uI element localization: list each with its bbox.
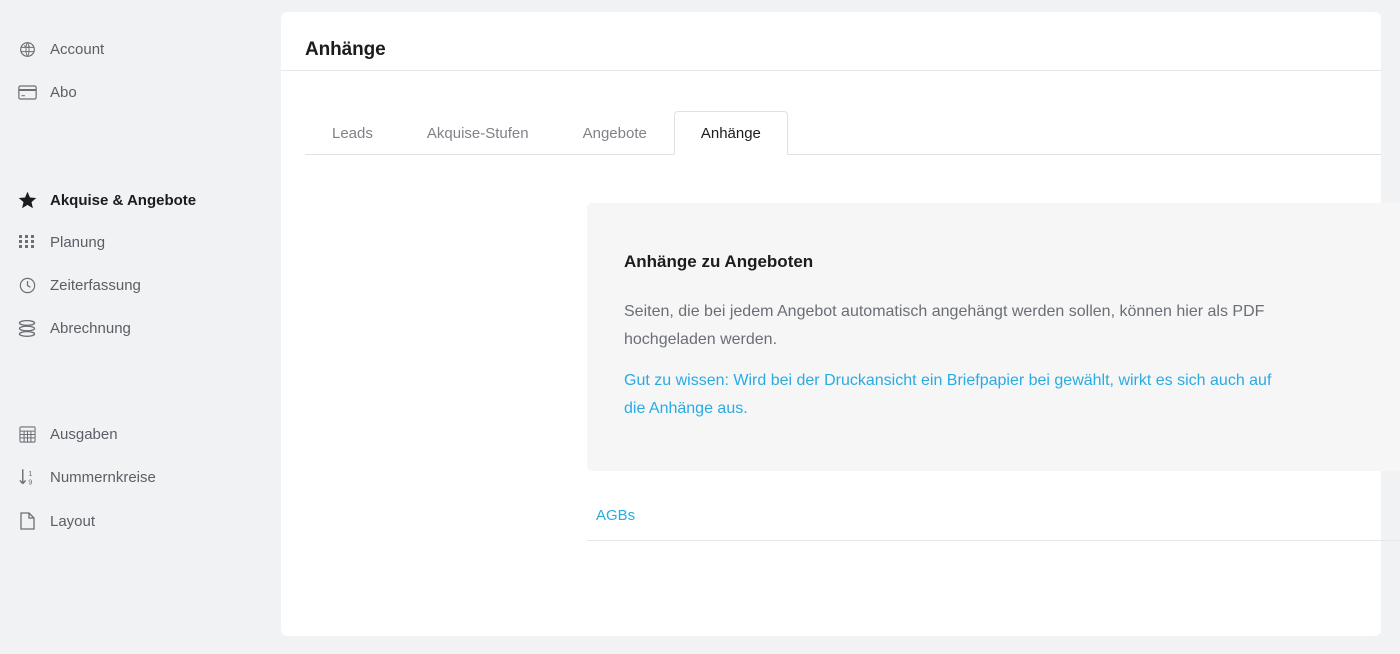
tab-angebote[interactable]: Angebote bbox=[556, 111, 674, 155]
file-icon bbox=[14, 512, 40, 530]
info-panel-heading: Anhänge zu Angeboten bbox=[624, 252, 814, 271]
sidebar-item-label: Abrechnung bbox=[50, 319, 131, 337]
sidebar-item-akquise-angebote[interactable]: Akquise & Angebote bbox=[0, 183, 281, 217]
star-icon bbox=[14, 191, 40, 210]
sidebar-item-ausgaben[interactable]: Ausgaben bbox=[0, 417, 281, 451]
sidebar: Account Abo Akquise & Angebote Planung Z… bbox=[0, 0, 281, 654]
tab-bar: Leads Akquise-Stufen Angebote Anhänge bbox=[305, 97, 1381, 155]
tab-anhaenge[interactable]: Anhänge bbox=[673, 111, 788, 155]
sidebar-item-label: Akquise & Angebote bbox=[50, 191, 197, 209]
sidebar-item-label: Nummernkreise bbox=[50, 468, 156, 486]
info-panel: Anhänge zu Angeboten Seiten, die bei jed… bbox=[587, 203, 1400, 471]
tab-leads[interactable]: Leads bbox=[305, 111, 400, 155]
sidebar-item-label: Ausgaben bbox=[50, 425, 118, 443]
globe-icon bbox=[14, 41, 40, 58]
main-content-card: Anhänge Leads Akquise-Stufen Angebote An… bbox=[281, 12, 1400, 636]
table-icon bbox=[14, 425, 40, 443]
page-title: Anhänge bbox=[305, 39, 386, 60]
sidebar-item-label: Zeiterfassung bbox=[50, 276, 141, 294]
sidebar-item-label: Planung bbox=[50, 233, 106, 251]
clock-icon bbox=[14, 277, 40, 294]
attachment-row: AGBs bbox=[587, 491, 1400, 541]
sidebar-item-layout[interactable]: Layout bbox=[0, 504, 281, 538]
sidebar-item-label: Account bbox=[50, 40, 105, 58]
grid-dots-icon bbox=[14, 234, 40, 250]
database-icon bbox=[14, 319, 40, 337]
sidebar-item-abo[interactable]: Abo bbox=[0, 75, 281, 109]
tab-underline bbox=[305, 154, 1381, 155]
info-panel-body: Seiten, die bei jedem Angebot automatisc… bbox=[624, 303, 1265, 348]
svg-text:9: 9 bbox=[28, 478, 32, 486]
card-header: Anhänge bbox=[281, 12, 1381, 71]
credit-card-icon bbox=[14, 84, 40, 100]
sidebar-item-abrechnung[interactable]: Abrechnung bbox=[0, 311, 281, 345]
svg-text:1: 1 bbox=[28, 470, 32, 478]
sidebar-item-label: Abo bbox=[50, 83, 77, 101]
sort-numeric-icon: 1 9 bbox=[14, 468, 40, 486]
sidebar-item-account[interactable]: Account bbox=[0, 32, 281, 66]
sidebar-item-planung[interactable]: Planung bbox=[0, 225, 281, 259]
sidebar-item-label: Layout bbox=[50, 512, 96, 530]
info-panel-note: Gut zu wissen: Wird bei der Druckansicht… bbox=[624, 372, 1272, 417]
tab-list: Leads Akquise-Stufen Angebote Anhänge bbox=[305, 97, 788, 155]
sidebar-item-zeiterfassung[interactable]: Zeiterfassung bbox=[0, 268, 281, 302]
attachment-name-link[interactable]: AGBs bbox=[596, 507, 635, 524]
tab-akquise-stufen[interactable]: Akquise-Stufen bbox=[400, 111, 556, 155]
sidebar-item-nummernkreise[interactable]: 1 9 Nummernkreise bbox=[0, 460, 281, 494]
